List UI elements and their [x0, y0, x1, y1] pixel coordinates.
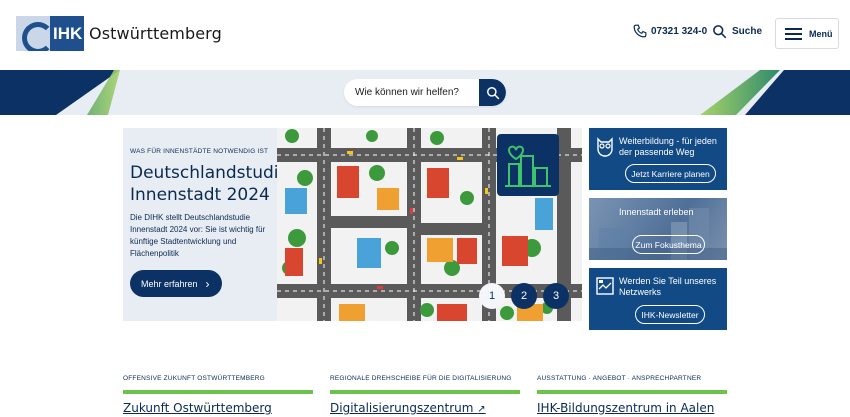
- search-submit-button[interactable]: [479, 79, 506, 106]
- external-link-icon: ↗: [477, 404, 486, 415]
- card-weiterbildung[interactable]: Weiterbildung - für jeden der passende W…: [589, 128, 727, 190]
- menu-label: Menü: [809, 28, 833, 39]
- phone-number: 07321 324-0: [651, 25, 708, 37]
- teaser-digitalisierung: REGIONALE DREHSCHEIBE FÜR DIE DIGITALISI…: [330, 375, 520, 415]
- karriere-button[interactable]: Jetzt Karriere planen: [625, 164, 716, 183]
- search-icon: [486, 86, 499, 99]
- teaser-link[interactable]: Zukunft Ostwürttemberg: [123, 401, 313, 415]
- teaser-link[interactable]: IHK-Bildungszentrum in Aalen: [537, 401, 727, 415]
- logo-ihk-text: IHK: [53, 23, 83, 43]
- teaser-bildungszentrum: AUSSTATTUNG · ANGEBOT · ANSPRECHPARTNER …: [537, 375, 727, 415]
- newsletter-icon: [596, 277, 614, 295]
- teaser-kicker: REGIONALE DREHSCHEIBE FÜR DIE DIGITALISI…: [330, 375, 512, 382]
- logo-name: Ostwürttemberg: [89, 24, 222, 43]
- slide-dot-1[interactable]: 1: [479, 283, 505, 309]
- menu-button[interactable]: Menü: [775, 18, 839, 49]
- site-header: IHK Ostwürttemberg 07321 324-0 Suche Men…: [0, 0, 850, 70]
- teaser-accent-bar: [537, 390, 727, 394]
- search-input[interactable]: [344, 87, 479, 98]
- card-title: Werden Sie Teil unseres Netzwerks: [619, 276, 717, 297]
- card-title: Innenstadt erleben: [619, 207, 694, 217]
- site-search: [344, 79, 506, 106]
- owl-icon: [597, 137, 613, 157]
- hero-slider: WAS FÜR INNENSTÄDTE NOTWENDIG IST Deutsc…: [123, 128, 582, 321]
- logo-swirl-icon: [16, 16, 50, 51]
- slider-pagination: 1 2 3: [479, 283, 575, 309]
- more-button-label: Mehr erfahren: [141, 278, 198, 289]
- hamburger-icon: [785, 25, 802, 43]
- card-title: Weiterbildung - für jeden der passende W…: [619, 136, 717, 157]
- card-newsletter[interactable]: Werden Sie Teil unseres Netzwerks IHK-Ne…: [589, 268, 727, 330]
- teaser-link[interactable]: Digitalisierungszentrum: [330, 401, 473, 415]
- chevron-right-icon: ›: [205, 276, 210, 291]
- ihk-logo[interactable]: IHK Ostwürttemberg: [16, 16, 222, 51]
- hero-description: Die DIHK stellt Deutschlandstudie Innens…: [130, 213, 266, 258]
- teaser-accent-bar: [330, 390, 520, 394]
- slide-dot-3[interactable]: 3: [543, 283, 569, 309]
- card-innenstadt[interactable]: Innenstadt erleben Zum Fokusthema: [589, 198, 727, 260]
- logo-mark: IHK: [16, 16, 84, 51]
- search-icon: [713, 25, 727, 39]
- teaser-link-row[interactable]: Digitalisierungszentrum ↗: [330, 401, 520, 415]
- fokusthema-button[interactable]: Zum Fokusthema: [632, 235, 705, 254]
- teaser-accent-bar: [123, 390, 313, 394]
- newsletter-button[interactable]: IHK-Newsletter: [635, 305, 705, 324]
- more-button[interactable]: Mehr erfahren ›: [130, 270, 222, 297]
- phone-icon: [633, 24, 647, 38]
- hero-text: WAS FÜR INNENSTÄDTE NOTWENDIG IST Deutsc…: [130, 147, 289, 260]
- hero-title: Deutschlandstudie Innenstadt 2024: [130, 163, 289, 205]
- hero-kicker: WAS FÜR INNENSTÄDTE NOTWENDIG IST: [130, 148, 269, 155]
- teaser-kicker: AUSSTATTUNG · ANGEBOT · ANSPRECHPARTNER: [537, 375, 702, 382]
- teaser-zukunft: OFFENSIVE ZUKUNFT OSTWÜRTTEMBERG Zukunft…: [123, 375, 313, 415]
- phone-link[interactable]: 07321 324-0: [633, 24, 707, 38]
- slide-dot-2[interactable]: 2: [511, 283, 537, 309]
- teaser-kicker: OFFENSIVE ZUKUNFT OSTWÜRTTEMBERG: [123, 375, 265, 382]
- header-search-button[interactable]: Suche: [712, 24, 762, 39]
- search-label: Suche: [732, 26, 763, 37]
